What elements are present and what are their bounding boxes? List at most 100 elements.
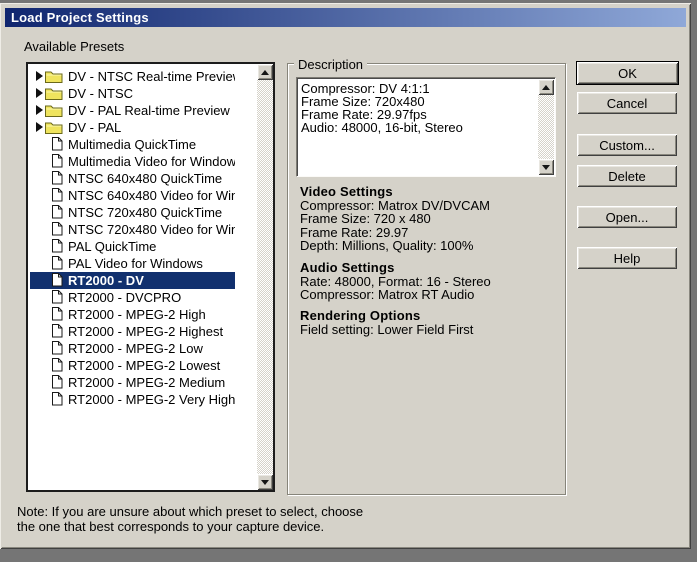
scroll-up-arrow-icon [261,70,269,75]
preset-list-item[interactable]: RT2000 - MPEG-2 Very High [30,391,235,408]
preset-list-item[interactable]: Multimedia Video for Windows [30,153,235,170]
description-group-label: Description [294,57,367,72]
document-icon [52,137,63,151]
scroll-down-arrow-icon [261,480,269,485]
document-icon [52,375,63,389]
preset-list-item[interactable]: NTSC 720x480 Video for Windows [30,221,235,238]
preset-list-item[interactable]: PAL QuickTime [30,238,235,255]
delete-button[interactable]: Delete [577,165,677,187]
preset-list-item[interactable]: DV - NTSC [30,85,235,102]
settings-details: Video SettingsCompressor: Matrox DV/DVCA… [300,184,558,344]
preset-label: DV - NTSC Real-time Preview [68,70,235,83]
description-text-area[interactable]: Compressor: DV 4:1:1Frame Size: 720x480F… [296,77,556,177]
document-icon [52,154,63,168]
preset-list-item[interactable]: RT2000 - MPEG-2 High [30,306,235,323]
document-icon [52,222,63,236]
expand-triangle-icon[interactable] [36,71,43,81]
preset-list-item[interactable]: RT2000 - MPEG-2 Highest [30,323,235,340]
note-line: Note: If you are unsure about which pres… [17,505,363,520]
folder-icon [45,121,63,134]
scroll-up-arrow-icon [542,85,550,90]
section-line: Compressor: Matrox RT Audio [300,288,558,301]
description-line: Audio: 48000, 16-bit, Stereo [301,121,536,134]
dialog-title: Load Project Settings [5,10,149,25]
preset-list-item[interactable]: RT2000 - DVCPRO [30,289,235,306]
preset-label: RT2000 - MPEG-2 Low [68,342,203,355]
scroll-down-button[interactable] [257,474,273,490]
document-icon [52,171,63,185]
note-line: the one that best corresponds to your ca… [17,520,363,535]
screen: Load Project Settings Available Presets … [0,0,697,562]
section-heading: Audio Settings [300,260,558,275]
preset-list-scrollbar[interactable] [257,64,273,490]
preset-list-item[interactable]: RT2000 - MPEG-2 Medium [30,374,235,391]
folder-icon [45,70,63,83]
document-icon [52,273,63,287]
section-heading: Rendering Options [300,308,558,323]
preset-label: PAL QuickTime [68,240,156,253]
description-scrollbar[interactable] [538,79,554,175]
settings-section: Audio SettingsRate: 48000, Format: 16 - … [300,260,558,302]
preset-label: RT2000 - MPEG-2 Lowest [68,359,220,372]
section-line: Frame Size: 720 x 480 [300,212,558,225]
expand-triangle-icon[interactable] [36,122,43,132]
scroll-up-button[interactable] [257,64,273,80]
preset-list-item[interactable]: NTSC 640x480 QuickTime [30,170,235,187]
title-bar[interactable]: Load Project Settings [5,8,686,27]
scrollbar-track[interactable] [538,95,554,159]
document-icon [52,324,63,338]
section-line: Frame Rate: 29.97 [300,226,558,239]
expand-triangle-icon[interactable] [36,88,43,98]
ok-button[interactable]: OK [576,61,679,85]
preset-list[interactable]: DV - NTSC Real-time Preview DV - NTSC DV… [26,62,275,492]
settings-section: Video SettingsCompressor: Matrox DV/DVCA… [300,184,558,253]
note-text: Note: If you are unsure about which pres… [17,505,363,534]
scroll-down-button[interactable] [538,159,554,175]
cancel-button[interactable]: Cancel [577,92,677,114]
document-icon [52,256,63,270]
preset-list-rows: DV - NTSC Real-time Preview DV - NTSC DV… [30,68,235,482]
preset-list-item[interactable]: RT2000 - MPEG-2 Low [30,340,235,357]
preset-label: RT2000 - DV [68,274,144,287]
section-line: Field setting: Lower Field First [300,323,558,336]
preset-list-item[interactable]: Multimedia QuickTime [30,136,235,153]
preset-label: NTSC 640x480 Video for Windows [68,189,235,202]
document-icon [52,205,63,219]
preset-list-item[interactable]: NTSC 720x480 QuickTime [30,204,235,221]
open-button[interactable]: Open... [577,206,677,228]
preset-label: RT2000 - DVCPRO [68,291,181,304]
folder-icon [45,87,63,100]
document-icon [52,358,63,372]
document-icon [52,307,63,321]
preset-label: DV - NTSC [68,87,133,100]
preset-list-item[interactable]: RT2000 - MPEG-2 Lowest [30,357,235,374]
scrollbar-track[interactable] [257,80,273,474]
preset-list-item[interactable]: NTSC 640x480 Video for Windows [30,187,235,204]
preset-label: NTSC 720x480 QuickTime [68,206,222,219]
section-line: Rate: 48000, Format: 16 - Stereo [300,275,558,288]
section-heading: Video Settings [300,184,558,199]
available-presets-label: Available Presets [24,39,124,54]
preset-list-item[interactable]: RT2000 - DV [30,272,235,289]
scroll-up-button[interactable] [538,79,554,95]
preset-list-item[interactable]: DV - NTSC Real-time Preview [30,68,235,85]
help-button[interactable]: Help [577,247,677,269]
scroll-down-arrow-icon [542,165,550,170]
custom-button[interactable]: Custom... [577,134,677,156]
preset-list-item[interactable]: DV - PAL [30,119,235,136]
preset-label: RT2000 - MPEG-2 High [68,308,206,321]
settings-section: Rendering OptionsField setting: Lower Fi… [300,308,558,336]
description-summary: Compressor: DV 4:1:1Frame Size: 720x480F… [301,82,536,174]
document-icon [52,392,63,406]
preset-label: RT2000 - MPEG-2 Medium [68,376,225,389]
preset-list-item[interactable]: DV - PAL Real-time Preview [30,102,235,119]
preset-label: Multimedia Video for Windows [68,155,235,168]
expand-triangle-icon[interactable] [36,105,43,115]
section-line: Depth: Millions, Quality: 100% [300,239,558,252]
preset-label: RT2000 - MPEG-2 Very High [68,393,235,406]
preset-label: PAL Video for Windows [68,257,203,270]
preset-list-item[interactable]: PAL Video for Windows [30,255,235,272]
document-icon [52,341,63,355]
section-line: Compressor: Matrox DV/DVCAM [300,199,558,212]
preset-label: Multimedia QuickTime [68,138,196,151]
